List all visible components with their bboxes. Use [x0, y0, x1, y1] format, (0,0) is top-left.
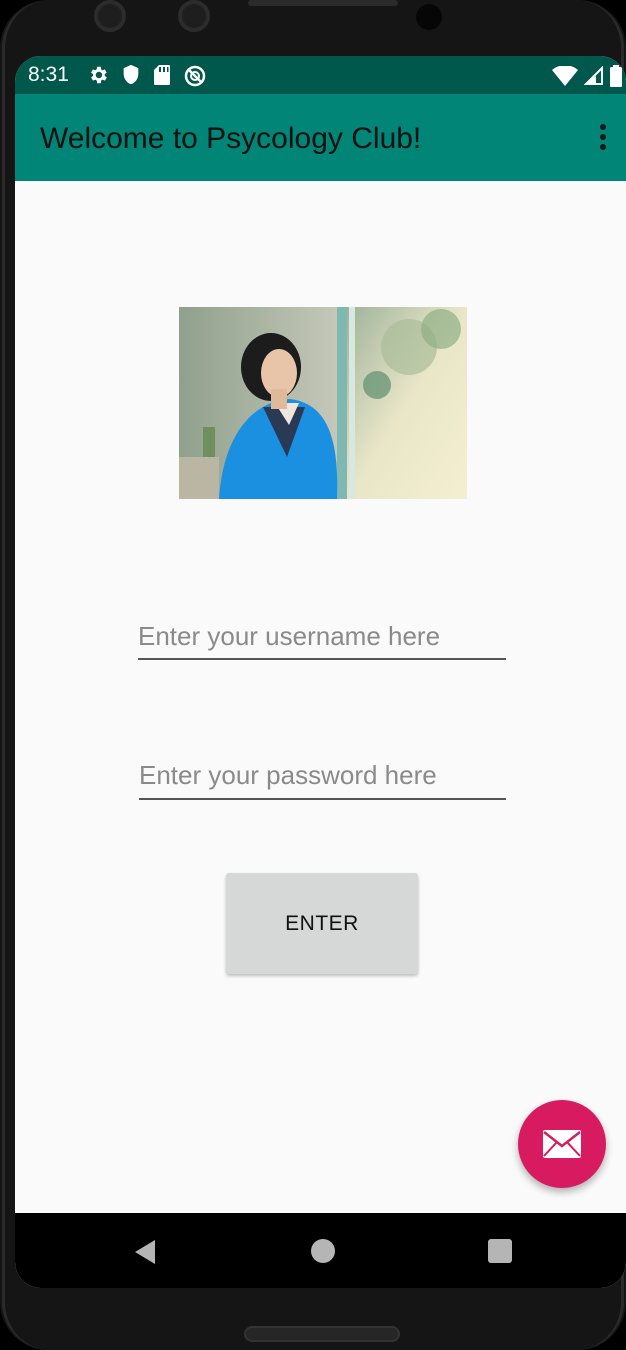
- wifi-icon: [552, 66, 578, 86]
- cell-signal-icon: [584, 66, 603, 85]
- device-frame: 8:31 Welcome to Psycology Club! Enter yo…: [0, 0, 626, 1350]
- password-field[interactable]: [139, 752, 506, 800]
- screen: 8:31 Welcome to Psycology Club! Enter yo…: [15, 56, 626, 1288]
- front-sensor-icon: [178, 0, 210, 32]
- gear-icon: [91, 66, 107, 84]
- home-icon[interactable]: [311, 1239, 335, 1263]
- status-icons-left: [87, 64, 207, 88]
- overflow-menu-icon[interactable]: [598, 124, 608, 154]
- shield-icon: [123, 64, 139, 85]
- recents-icon[interactable]: [488, 1239, 512, 1263]
- status-time: 8:31: [28, 63, 69, 86]
- navigation-bar: [15, 1213, 626, 1288]
- profile-photo: [179, 307, 467, 499]
- battery-icon: [610, 65, 622, 87]
- enter-button[interactable]: ENTER: [226, 873, 418, 974]
- app-bar: Welcome to Psycology Club!: [15, 94, 626, 181]
- bottom-speaker: [244, 1326, 400, 1342]
- mail-icon: [543, 1130, 581, 1158]
- status-icons-right: [552, 65, 622, 87]
- front-camera-icon: [94, 0, 126, 32]
- back-icon[interactable]: [133, 1239, 157, 1265]
- no-disturb-icon: [184, 65, 206, 87]
- earpiece-speaker: [248, 0, 398, 6]
- proximity-sensor-icon: [416, 4, 442, 30]
- status-bar: 8:31: [15, 56, 626, 94]
- username-field[interactable]: [138, 614, 506, 660]
- mail-fab-button[interactable]: [518, 1100, 606, 1188]
- sd-card-icon: [154, 65, 170, 85]
- app-title: Welcome to Psycology Club!: [40, 122, 422, 155]
